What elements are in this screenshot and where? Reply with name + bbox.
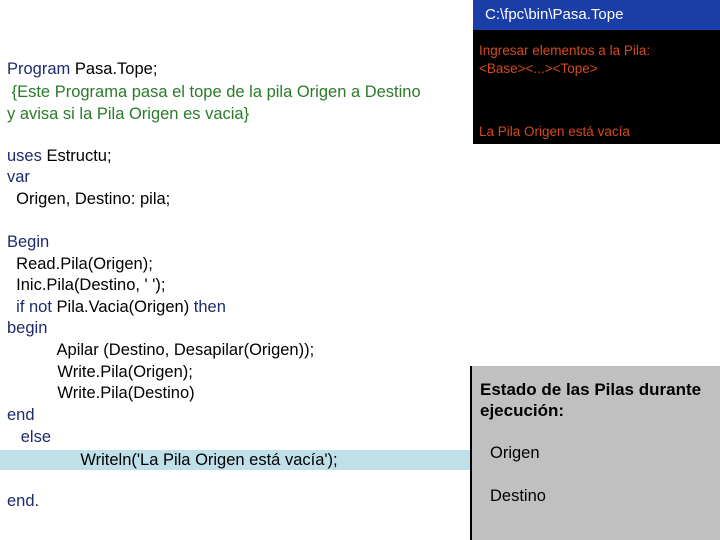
stack-state-title-line-2: ejecución: <box>480 401 565 420</box>
program-name: Pasa.Tope; <box>70 60 158 78</box>
code-line-end-program: end. <box>7 492 40 510</box>
code-line-write-origen: Write.Pila(Origen); <box>7 363 193 381</box>
code-line-read: Read.Pila(Origen); <box>7 255 153 273</box>
keyword-program: Program <box>7 60 71 78</box>
keyword-not: not <box>24 298 52 316</box>
keyword-if: if <box>7 298 25 316</box>
if-condition: Pila.Vacia(Origen) <box>51 298 194 316</box>
code-comment-line-1: {Este Programa pasa el tope de la pila O… <box>7 83 421 101</box>
code-line-begin-inner: begin <box>7 319 48 337</box>
uses-unit: Estructu; <box>41 147 112 165</box>
stack-destino-label: Destino <box>490 487 546 505</box>
stack-origen-label: Origen <box>490 444 540 462</box>
code-line-uses: uses Estructu; <box>7 146 112 167</box>
code-line-var: var <box>7 168 30 186</box>
code-line-apilar: Apilar (Destino, Desapilar(Origen)); <box>7 341 315 359</box>
keyword-uses: uses <box>7 147 42 165</box>
stack-state-title: Estado de las Pilas durante ejecución: <box>480 379 701 421</box>
code-line-declaration: Origen, Destino: pila; <box>7 190 171 208</box>
keyword-then: then <box>193 298 226 316</box>
code-line-end: end <box>7 406 35 424</box>
console-prompt-line-1: Ingresar elementos a la Pila: <box>479 43 651 58</box>
code-line-begin: Begin <box>7 233 50 251</box>
code-comment-line-2: y avisa si la Pila Origen es vacia} <box>7 105 250 123</box>
code-line-inic: Inic.Pila(Destino, ' '); <box>7 276 166 294</box>
code-line-if: if not Pila.Vacia(Origen) then <box>7 297 226 318</box>
code-line-write-destino: Write.Pila(Destino) <box>7 384 195 402</box>
console-title-bar[interactable]: C:\fpc\bin\Pasa.Tope <box>473 0 720 30</box>
console-window: C:\fpc\bin\Pasa.Tope Ingresar elementos … <box>473 0 720 144</box>
console-output-line: La Pila Origen está vacía <box>479 124 630 139</box>
code-line-program: Program Pasa.Tope; <box>7 59 157 80</box>
code-line-writeln: Writeln('La Pila Origen está vacía'); <box>7 451 338 469</box>
stack-state-panel: Estado de las Pilas durante ejecución: O… <box>470 366 720 540</box>
console-prompt-line-2: <Base><...><Tope> <box>479 61 598 76</box>
code-line-else: else <box>7 428 52 446</box>
stack-state-title-line-1: Estado de las Pilas durante <box>480 380 702 399</box>
